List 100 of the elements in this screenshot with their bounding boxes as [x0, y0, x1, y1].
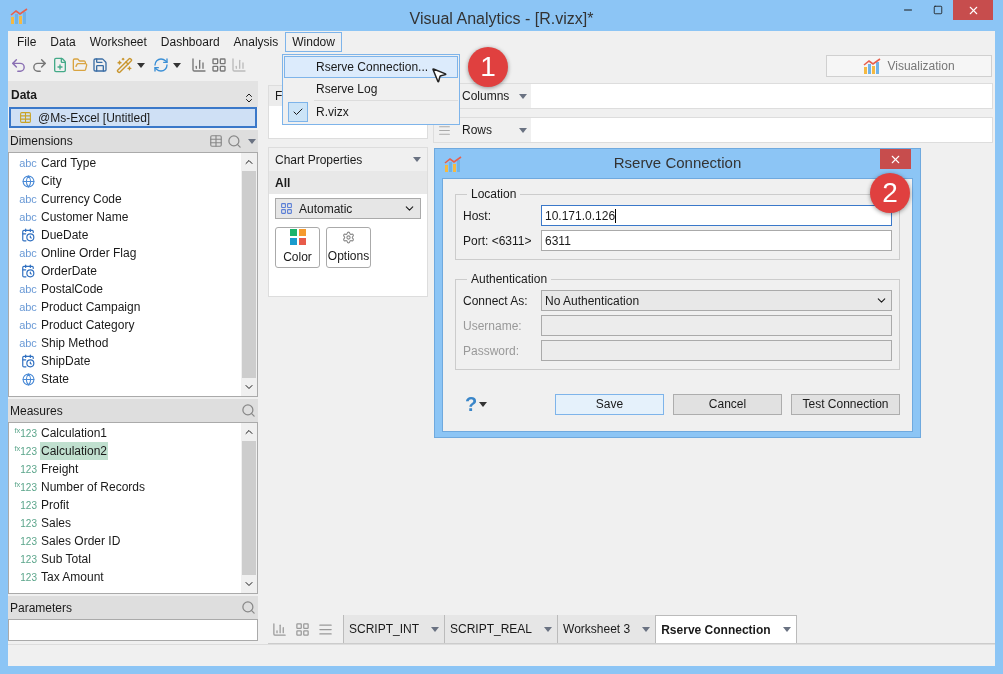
caret-icon	[479, 401, 488, 407]
folder-icon[interactable]	[72, 57, 88, 73]
redo-icon[interactable]	[31, 56, 48, 74]
field-item[interactable]: Product Campaign	[41, 298, 141, 316]
field-item[interactable]: Sub Total	[40, 550, 92, 568]
visualization-tab[interactable]: Visualization	[826, 55, 992, 77]
undo-icon[interactable]	[10, 56, 27, 74]
field-label: Host:	[463, 207, 492, 225]
menu-item[interactable]: Analysis	[226, 32, 286, 52]
text-type-icon: abc	[19, 298, 37, 316]
caret-icon	[544, 626, 553, 632]
menu-item[interactable]: Dashboard	[153, 32, 227, 52]
settings-icon	[342, 230, 355, 244]
field-item[interactable]: OrderDate	[41, 262, 98, 280]
sheet-tab[interactable]: SCRIPT_INT	[343, 615, 444, 643]
search-icon[interactable]	[227, 133, 242, 149]
add-chart-icon[interactable]	[191, 57, 207, 73]
dropdown[interactable]: No Authentication	[541, 290, 892, 311]
caret-icon	[173, 62, 181, 68]
sheet-tab[interactable]: Worksheet 3	[557, 615, 656, 643]
menu-item[interactable]: Data	[43, 32, 83, 52]
menu-item[interactable]: File	[10, 32, 44, 52]
search-icon[interactable]	[241, 403, 256, 418]
menu-item[interactable]: Worksheet	[82, 32, 154, 52]
number-type-icon: $^{fx}$123	[14, 425, 37, 441]
dialog-button[interactable]: Save	[555, 393, 664, 415]
save-icon[interactable]	[92, 57, 108, 73]
window-title: Visual Analytics - [R.vizx]*	[408, 9, 595, 29]
field-item[interactable]: Number of Records	[40, 478, 147, 496]
field-item[interactable]: Currency Code	[41, 190, 122, 208]
scrollbar[interactable]	[241, 153, 257, 396]
property-button[interactable]: Options	[326, 227, 371, 268]
bar-chart-icon[interactable]	[231, 57, 247, 73]
dialog-button[interactable]: Test Connection	[791, 393, 900, 415]
list-icon[interactable]	[318, 621, 333, 637]
number-type-icon: $^{fx}$123	[14, 443, 37, 459]
field-item[interactable]: Ship Method	[41, 334, 109, 352]
field-item[interactable]: City	[41, 172, 62, 190]
number-type-icon: 123	[20, 497, 37, 513]
sheet-tab[interactable]: SCRIPT_REAL	[444, 615, 558, 643]
sort-icon[interactable]	[243, 92, 255, 104]
chart-type-dropdown[interactable]: Automatic	[275, 198, 421, 219]
table-icon[interactable]	[209, 134, 223, 148]
new-file-icon[interactable]	[52, 57, 68, 73]
text-type-icon: abc	[19, 208, 37, 226]
grid-icon	[280, 202, 293, 215]
field-item[interactable]: Sales	[40, 514, 73, 532]
add-chart-icon[interactable]	[272, 621, 287, 637]
mouse-cursor-icon	[430, 66, 448, 84]
field-label: Password:	[463, 342, 521, 360]
text-type-icon: abc	[19, 190, 37, 208]
input-field[interactable]: 6311	[541, 230, 892, 251]
close-button[interactable]	[953, 0, 993, 20]
field-item[interactable]: State	[41, 370, 70, 388]
field-label: Port: <6311>	[463, 232, 533, 250]
scrollbar[interactable]	[241, 423, 257, 593]
field-item[interactable]: Product Category	[41, 316, 135, 334]
field-item[interactable]: Freight	[40, 460, 80, 478]
field-item[interactable]: ShipDate	[41, 352, 91, 370]
field-item[interactable]: Online Order Flag	[41, 244, 137, 262]
visualization-icon	[863, 58, 882, 74]
data-source-item[interactable]: @Ms-Excel [Untitled]	[9, 107, 257, 128]
menu-item[interactable]: R.vizx	[284, 101, 458, 123]
wand-icon[interactable]	[116, 56, 133, 74]
field-item[interactable]: Tax Amount	[40, 568, 105, 586]
globe-icon	[21, 372, 35, 386]
close-button[interactable]	[880, 149, 911, 169]
field-item[interactable]: DueDate	[41, 226, 89, 244]
panel-title: Chart Properties	[275, 151, 363, 169]
field-item[interactable]: Calculation1	[40, 424, 109, 442]
text-type-icon: abc	[19, 316, 37, 334]
property-button[interactable]: Color	[275, 227, 320, 268]
panel-title: Dimensions	[10, 133, 73, 150]
app-logo-icon	[10, 7, 28, 24]
menu-item[interactable]: Rserve Connection...	[284, 56, 458, 78]
checkmark-icon	[288, 102, 308, 122]
input-field[interactable]: 10.171.0.126	[541, 205, 892, 226]
maximize-icon	[933, 5, 943, 15]
text-type-icon: abc	[19, 244, 37, 262]
dialog-button[interactable]: Cancel	[673, 393, 782, 415]
menu-item[interactable]: Rserve Log	[284, 78, 458, 100]
number-type-icon: 123	[20, 533, 37, 549]
field-item[interactable]: Card Type	[41, 154, 97, 172]
text-type-icon: abc	[19, 334, 37, 352]
add-grid-icon[interactable]	[211, 57, 227, 73]
field-item[interactable]: Calculation2	[40, 442, 109, 460]
sheet-tab[interactable]: Rserve Connection	[655, 615, 797, 643]
panel-title: Parameters	[10, 599, 73, 617]
field-item[interactable]: Profit	[40, 496, 70, 514]
caret-icon	[137, 62, 145, 68]
number-type-icon: 123	[20, 461, 37, 477]
add-grid-icon[interactable]	[295, 621, 310, 637]
field-item[interactable]: PostalCode	[41, 280, 104, 298]
field-item[interactable]: Customer Name	[41, 208, 129, 226]
search-icon[interactable]	[241, 600, 256, 615]
app-logo-icon	[444, 155, 462, 172]
field-item[interactable]: Sales Order ID	[40, 532, 122, 550]
refresh-icon[interactable]	[153, 57, 169, 73]
menu-item[interactable]: Window	[285, 32, 342, 52]
text-type-icon: abc	[19, 280, 37, 298]
